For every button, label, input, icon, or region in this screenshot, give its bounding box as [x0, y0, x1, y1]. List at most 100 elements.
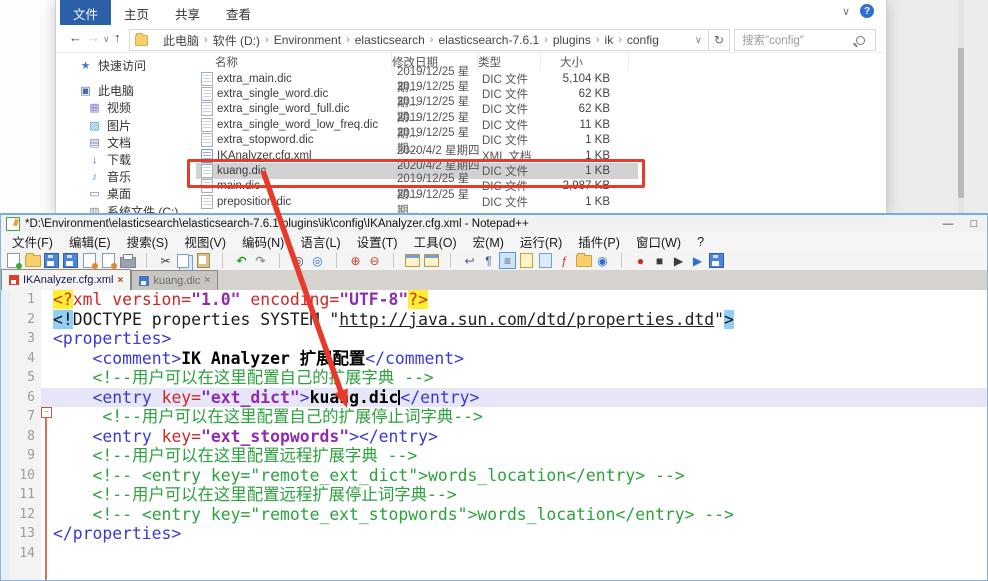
menu-item[interactable]: 窗口(W): [628, 230, 689, 253]
undo-button[interactable]: ↶: [233, 252, 250, 269]
column-header[interactable]: 大小: [541, 53, 629, 70]
copy-button[interactable]: [176, 252, 193, 269]
code-segment: <entry: [92, 426, 152, 446]
code-segment: <comment>: [92, 348, 182, 368]
function-list-button[interactable]: ƒ: [556, 252, 573, 269]
print-button[interactable]: [119, 252, 136, 269]
code-segment: <?: [53, 290, 73, 309]
column-header[interactable]: 名称: [215, 53, 392, 70]
indent-guide-button[interactable]: ≡: [499, 252, 516, 269]
up-icon[interactable]: ↑: [114, 30, 121, 45]
search-input[interactable]: 搜索"config": [734, 29, 876, 51]
breadcrumb-item[interactable]: › elasticsearch-7.6.1: [425, 33, 539, 47]
breadcrumb-item[interactable]: › Environment: [260, 33, 341, 47]
sidebar-item[interactable]: ▦ 视频: [56, 99, 196, 116]
document-tab[interactable]: kuang.dic ×: [131, 270, 219, 290]
ribbon-collapse-icon[interactable]: ∨: [842, 5, 850, 18]
breadcrumb-item[interactable]: › elasticsearch: [341, 33, 425, 47]
word-wrap-button[interactable]: ↩: [461, 252, 478, 269]
macro-play-button[interactable]: ▶: [670, 252, 687, 269]
folder-as-workspace-button[interactable]: [575, 252, 592, 269]
file-row[interactable]: preposition.dic 2019/12/25 星期... DIC 文件 …: [196, 189, 638, 217]
file-monitoring-button[interactable]: ◉: [594, 252, 611, 269]
ribbon-tab[interactable]: 查看: [213, 0, 264, 25]
menu-item[interactable]: 插件(P): [570, 230, 628, 253]
column-header[interactable]: 类型: [478, 53, 541, 70]
menu-item[interactable]: 搜索(S): [119, 230, 177, 253]
sidebar-item[interactable]: ▣ 此电脑: [56, 82, 196, 99]
macro-save-button[interactable]: [708, 252, 725, 269]
breadcrumb-item[interactable]: 此电脑: [153, 32, 199, 49]
fold-margin[interactable]: [41, 290, 53, 580]
ribbon-tab[interactable]: 主页: [111, 0, 162, 25]
zoom-in-button[interactable]: ⊕: [347, 252, 364, 269]
code-lines[interactable]: <?xml version="1.0" encoding="UTF-8"?> <!…: [41, 290, 987, 580]
ribbon-tab[interactable]: 共享: [162, 0, 213, 25]
redo-button[interactable]: ↷: [252, 252, 269, 269]
document-map-button[interactable]: [518, 252, 535, 269]
menu-item[interactable]: 编辑(E): [61, 230, 119, 253]
recent-locations-icon[interactable]: ∨: [103, 34, 110, 45]
menu-item[interactable]: 编码(N): [234, 230, 292, 253]
sync-horizontal-scroll-button[interactable]: [423, 252, 440, 269]
back-icon[interactable]: ←: [69, 30, 82, 45]
maximize-button[interactable]: □: [961, 218, 987, 230]
address-bar[interactable]: 此电脑 › 软件 (D:) › Environment › elasticsea…: [129, 29, 709, 51]
toolbar-button-glyph: ●: [636, 253, 645, 268]
sidebar-item[interactable]: ★ 快速访问: [56, 57, 196, 74]
menu-item[interactable]: 设置(T): [349, 230, 406, 253]
breadcrumb-item[interactable]: › ik: [591, 33, 613, 47]
tab-close-icon[interactable]: ×: [204, 275, 210, 286]
paste-button[interactable]: [195, 252, 212, 269]
menu-item[interactable]: 工具(O): [406, 230, 465, 253]
find-button[interactable]: ◎: [290, 252, 307, 269]
menu-item[interactable]: 运行(R): [512, 230, 570, 253]
line-number: 14: [19, 545, 35, 561]
replace-button[interactable]: ◎: [309, 252, 326, 269]
sidebar-item[interactable]: ↓ 下载: [56, 151, 196, 168]
code-segment: <properties>: [53, 329, 172, 348]
close-button[interactable]: [81, 252, 98, 269]
save-button[interactable]: [43, 252, 60, 269]
macro-stop-button[interactable]: ■: [651, 252, 668, 269]
address-dropdown-icon[interactable]: ∨: [689, 35, 708, 46]
breadcrumb-item[interactable]: › plugins: [539, 33, 591, 47]
minimize-button[interactable]: —: [935, 218, 961, 230]
save-all-button[interactable]: [62, 252, 79, 269]
zoom-out-button[interactable]: ⊖: [366, 252, 383, 269]
toolbar-button-glyph: ▶: [692, 253, 703, 268]
ribbon-tab[interactable]: 文件: [60, 0, 112, 25]
open-file-button[interactable]: [24, 252, 41, 269]
menu-item[interactable]: 文件(F): [4, 230, 61, 253]
menu-item[interactable]: ?: [689, 233, 712, 251]
menu-item[interactable]: 视图(V): [176, 230, 234, 253]
sidebar-item[interactable]: ▤ 文档: [56, 134, 196, 151]
new-file-button[interactable]: [5, 252, 22, 269]
document-tab[interactable]: IKAnalyzer.cfg.xml ×: [1, 269, 132, 290]
cut-button[interactable]: ✂: [157, 252, 174, 269]
fold-marker-icon[interactable]: −: [41, 407, 52, 418]
forward-icon[interactable]: →: [87, 30, 100, 45]
code-editor[interactable]: 1 2 3 4 5 6 7 8 9 10 11 12 13 14 − <?xml version="1.0…: [1, 290, 987, 580]
macro-record-button[interactable]: ●: [632, 252, 649, 269]
help-icon[interactable]: ?: [860, 4, 874, 18]
code-segment: </comment>: [365, 348, 464, 368]
line-number: 9: [27, 448, 35, 463]
menu-item[interactable]: 语言(L): [292, 230, 348, 253]
code-line: <!-- <entry key="remote_ext_dict">words_…: [53, 466, 987, 486]
show-all-characters-button[interactable]: ¶: [480, 252, 497, 269]
code-segment: <!--用户可以在这里配置远程扩展字典 -->: [92, 446, 418, 465]
document-list-button[interactable]: [537, 252, 554, 269]
macro-run-multiple-button[interactable]: ▶: [689, 252, 706, 269]
tab-close-icon[interactable]: ×: [117, 275, 123, 286]
menu-item[interactable]: 宏(M): [465, 230, 512, 253]
sidebar-item[interactable]: ♪ 音乐: [56, 168, 196, 185]
sidebar-item[interactable]: ▨ 图片: [56, 117, 196, 134]
close-all-button[interactable]: [100, 252, 117, 269]
sidebar-item[interactable]: ▭ 桌面: [56, 185, 196, 202]
breadcrumb-item[interactable]: › 软件 (D:): [199, 32, 260, 49]
background-scrollbar-thumb[interactable]: [958, 48, 964, 198]
refresh-button[interactable]: ↻: [709, 29, 730, 51]
breadcrumb-item[interactable]: › config: [613, 33, 659, 47]
sync-vertical-scroll-button[interactable]: [404, 252, 421, 269]
